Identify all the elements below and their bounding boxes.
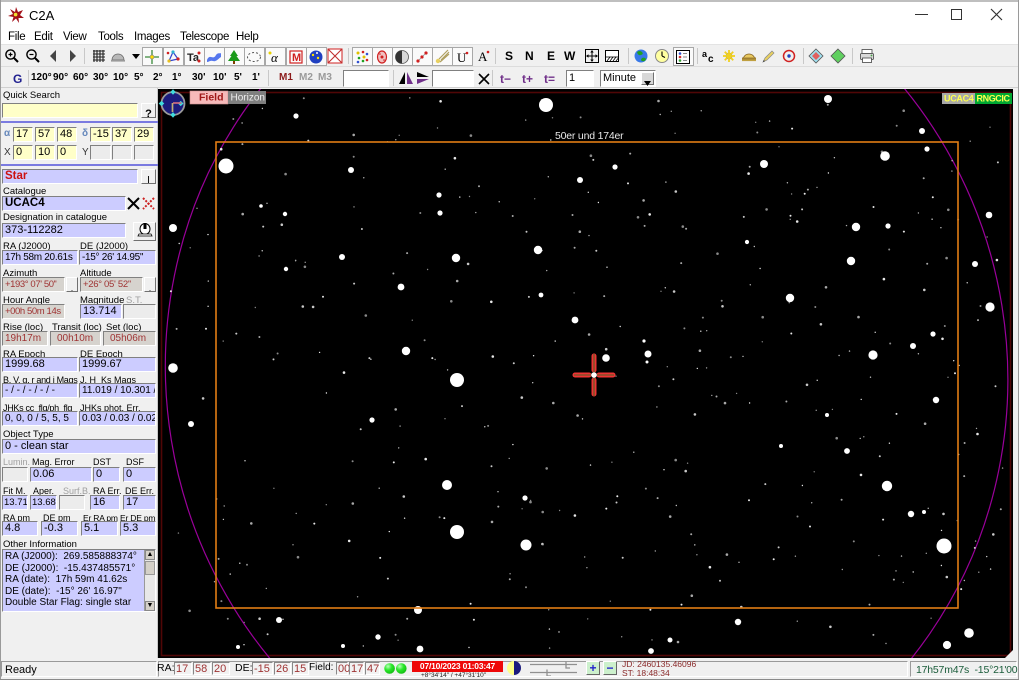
svg-text:c: c: [708, 54, 714, 64]
svg-text:Horizon: Horizon: [231, 93, 265, 104]
svg-text:Field: Field: [199, 92, 224, 104]
svg-text:A: A: [478, 49, 488, 64]
svg-text:M: M: [292, 52, 301, 64]
svg-text:RNGCIC: RNGCIC: [977, 94, 1011, 104]
svg-text:U: U: [457, 50, 467, 65]
svg-text:α: α: [271, 50, 279, 65]
svg-text:UCAC4: UCAC4: [944, 94, 974, 104]
svg-text:50er und 174er: 50er und 174er: [555, 130, 624, 142]
